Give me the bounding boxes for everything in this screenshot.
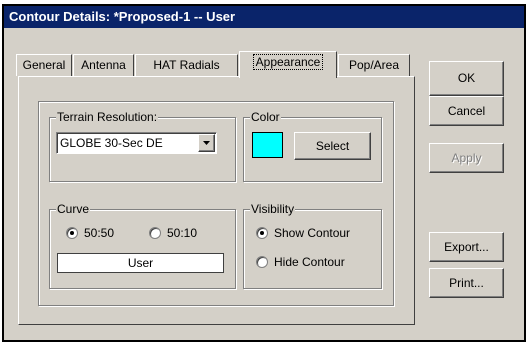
window-title: Contour Details: *Proposed-1 -- User: [4, 6, 524, 28]
curve-50-50-label: 50:50: [84, 226, 115, 240]
show-contour-label: Show Contour: [274, 226, 351, 240]
dropdown-arrow-button[interactable]: [198, 134, 215, 152]
terrain-resolution-group: Terrain Resolution: GLOBE 30-Sec DE: [49, 110, 236, 182]
appearance-tab-panel: Terrain Resolution: GLOBE 30-Sec DE Colo…: [18, 76, 415, 325]
tab-appearance[interactable]: Appearance: [239, 51, 337, 78]
tab-hat-radials-label: HAT Radials: [153, 58, 220, 72]
contour-details-window: Contour Details: *Proposed-1 -- User Gen…: [2, 4, 526, 342]
select-color-label: Select: [315, 139, 350, 153]
color-swatch: [252, 132, 283, 158]
curve-group: Curve 50:50 50:10 User: [49, 202, 236, 289]
hide-contour-radio[interactable]: [256, 256, 268, 268]
tab-general-label: General: [22, 58, 66, 72]
color-group: Color Select: [243, 110, 382, 182]
export-button[interactable]: Export...: [429, 232, 504, 262]
tab-antenna-label: Antenna: [81, 58, 126, 72]
curve-50-10-radio[interactable]: [149, 227, 161, 239]
curve-value-field[interactable]: User: [57, 253, 224, 273]
tab-appearance-label: Appearance: [252, 54, 324, 70]
visibility-group: Visibility Show Contour Hide Contour: [243, 202, 382, 289]
cancel-button[interactable]: Cancel: [429, 96, 504, 126]
print-button[interactable]: Print...: [429, 268, 504, 298]
chevron-down-icon: [203, 141, 210, 145]
show-contour-radio[interactable]: [256, 227, 268, 239]
tab-hat-radials[interactable]: HAT Radials: [135, 54, 238, 76]
curve-value: User: [127, 256, 154, 270]
radio-selected-dot: [260, 231, 264, 235]
print-label: Print...: [449, 276, 484, 290]
terrain-resolution-value: GLOBE 30-Sec DE: [60, 136, 163, 150]
tab-antenna[interactable]: Antenna: [73, 54, 134, 76]
apply-button[interactable]: Apply: [429, 143, 504, 173]
visibility-legend: Visibility: [250, 202, 296, 216]
curve-50-50-radio[interactable]: [66, 227, 78, 239]
terrain-resolution-select[interactable]: GLOBE 30-Sec DE: [56, 132, 217, 154]
tab-pop-area-label: Pop/Area: [348, 58, 400, 72]
ok-button[interactable]: OK: [429, 61, 504, 96]
hide-contour-label: Hide Contour: [274, 255, 345, 269]
export-label: Export...: [444, 240, 489, 254]
tab-pop-area[interactable]: Pop/Area: [338, 54, 410, 76]
terrain-resolution-legend: Terrain Resolution:: [56, 110, 159, 124]
radio-selected-dot: [70, 231, 74, 235]
color-legend: Color: [250, 110, 281, 124]
select-color-button[interactable]: Select: [294, 132, 371, 160]
ok-label: OK: [457, 71, 476, 85]
curve-legend: Curve: [56, 202, 91, 216]
curve-50-10-label: 50:10: [167, 226, 198, 240]
tab-general[interactable]: General: [16, 54, 72, 76]
apply-label: Apply: [451, 151, 482, 165]
cancel-label: Cancel: [447, 104, 486, 118]
